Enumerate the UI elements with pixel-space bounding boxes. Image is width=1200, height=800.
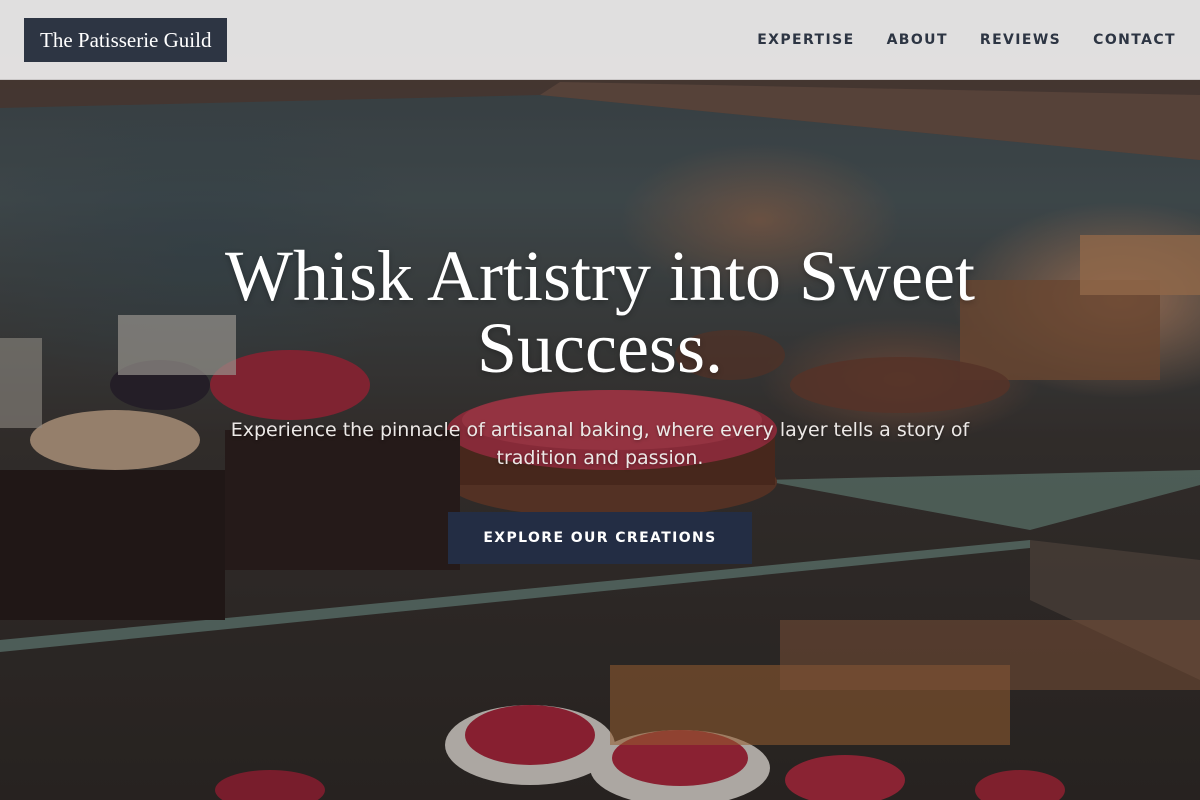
nav-link-reviews[interactable]: REVIEWS: [980, 32, 1061, 48]
nav-link-expertise[interactable]: EXPERTISE: [757, 32, 854, 48]
nav-link-contact[interactable]: CONTACT: [1093, 32, 1176, 48]
site-header: The Patisserie Guild EXPERTISE ABOUT REV…: [0, 0, 1200, 80]
site-logo[interactable]: The Patisserie Guild: [24, 18, 228, 62]
hero-subtitle: Experience the pinnacle of artisanal bak…: [230, 419, 970, 469]
hero-section: Whisk Artistry into Sweet Success. Exper…: [150, 240, 1050, 564]
hero-title: Whisk Artistry into Sweet Success.: [225, 236, 975, 388]
main-nav: EXPERTISE ABOUT REVIEWS CONTACT: [757, 0, 1176, 80]
explore-creations-button[interactable]: EXPLORE OUR CREATIONS: [448, 512, 752, 564]
nav-link-about[interactable]: ABOUT: [887, 32, 948, 48]
